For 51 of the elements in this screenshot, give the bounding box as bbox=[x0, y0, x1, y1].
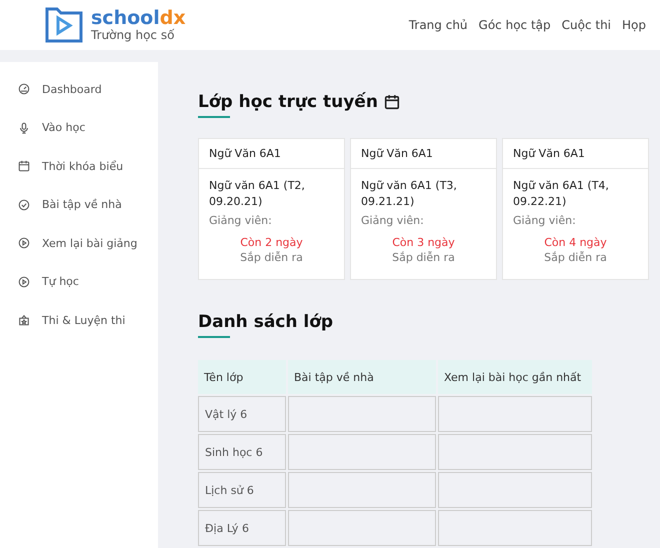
title-underline bbox=[198, 116, 230, 118]
card-subject: Ngữ Văn 6A1 bbox=[199, 139, 344, 169]
calendar-icon bbox=[384, 94, 400, 110]
table-cell: Sinh học 6 bbox=[198, 434, 286, 470]
status-text: Sắp diễn ra bbox=[391, 251, 456, 264]
teacher-label: Giảng viên: bbox=[513, 214, 577, 227]
calendar-icon bbox=[18, 160, 30, 172]
class-card[interactable]: Ngữ Văn 6A1 Ngữ văn 6A1 (T3, 09.21.21) Giảng viên: Còn 3 ngày Sắp diễn ra bbox=[350, 138, 497, 280]
table-cell: Địa Lý 6 bbox=[198, 510, 286, 546]
table-cell: Vật lý 6 bbox=[198, 396, 286, 432]
logo-wordmark: schooldx bbox=[91, 8, 186, 28]
mic-icon bbox=[18, 122, 30, 134]
card-subject: Ngữ Văn 6A1 bbox=[351, 139, 496, 169]
session-title: Ngữ văn 6A1 (T4, 09.22.21) bbox=[513, 178, 610, 210]
column-header: Bài tập về nhà bbox=[288, 360, 436, 394]
sidebar-item[interactable]: Vào học bbox=[42, 121, 86, 134]
sidebar-item[interactable]: Tự học bbox=[42, 275, 79, 288]
countdown: Còn 4 ngày bbox=[543, 236, 608, 249]
status-text: Sắp diễn ra bbox=[543, 251, 608, 264]
sidebar-item[interactable]: Bài tập về nhà bbox=[42, 198, 122, 212]
sidebar-item[interactable]: Thời khóa biểu bbox=[42, 160, 124, 173]
gauge-icon bbox=[18, 83, 30, 96]
class-card[interactable]: Ngữ Văn 6A1 Ngữ văn 6A1 (T4, 09.22.21) Giảng viên: Còn 4 ngày Sắp diễn ra bbox=[502, 138, 649, 280]
title-underline bbox=[198, 336, 230, 338]
table-cell: Lịch sử 6 bbox=[198, 472, 286, 508]
countdown: Còn 3 ngày bbox=[391, 236, 456, 249]
status-text: Sắp diễn ra bbox=[239, 251, 304, 264]
nav-link[interactable]: Trang chủ bbox=[408, 18, 468, 32]
sidebar-item[interactable]: Xem lại bài giảng bbox=[42, 236, 138, 250]
nav-link[interactable]: Góc học tập bbox=[478, 18, 551, 32]
sidebar-item[interactable]: Thi & Luyện thi bbox=[42, 314, 126, 327]
play-icon bbox=[18, 276, 30, 288]
sidebar-item[interactable]: Dashboard bbox=[42, 82, 102, 96]
countdown: Còn 2 ngày bbox=[239, 236, 304, 249]
class-card[interactable]: Ngữ Văn 6A1 Ngữ văn 6A1 (T2, 09.20.21) Giảng viên: Còn 2 ngày Sắp diễn ra bbox=[198, 138, 345, 280]
logo-tagline: Trường học số bbox=[91, 28, 176, 42]
column-header: Tên lớp bbox=[198, 360, 286, 394]
section-title: Danh sách lớp bbox=[198, 312, 334, 332]
trophy-icon bbox=[18, 314, 30, 326]
column-header: Xem lại bài học gần nhất bbox=[438, 360, 592, 394]
nav-link[interactable]: Họp bbox=[622, 18, 646, 32]
card-subject: Ngữ Văn 6A1 bbox=[503, 139, 648, 169]
logo-icon bbox=[45, 6, 83, 44]
section-title: Lớp học trực tuyến bbox=[198, 92, 378, 112]
session-title: Ngữ văn 6A1 (T3, 09.21.21) bbox=[361, 178, 458, 210]
play-icon bbox=[18, 237, 30, 250]
teacher-label: Giảng viên: bbox=[361, 214, 425, 227]
nav-link[interactable]: Cuộc thi bbox=[562, 18, 612, 32]
session-title: Ngữ văn 6A1 (T2, 09.20.21) bbox=[209, 178, 306, 210]
teacher-label: Giảng viên: bbox=[209, 214, 273, 227]
check-icon bbox=[18, 198, 30, 211]
